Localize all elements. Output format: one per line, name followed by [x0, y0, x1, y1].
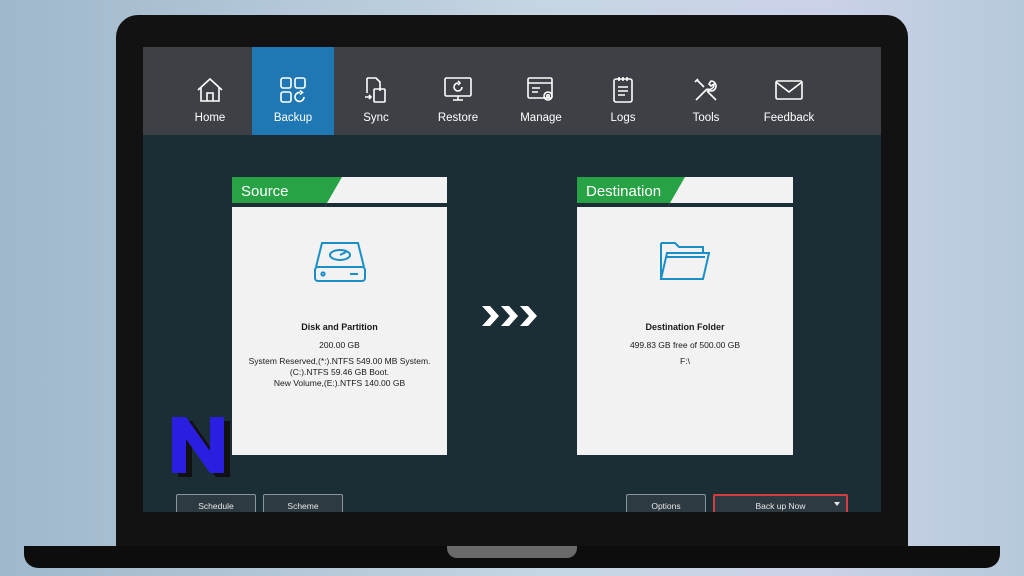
nav-item-sync[interactable]: Sync — [335, 47, 417, 135]
nav-item-feedback[interactable]: Feedback — [748, 47, 830, 135]
source-size: 200.00 GB — [319, 340, 360, 350]
destination-title: Destination — [586, 183, 662, 200]
top-navigation: Home Backup Sync Restore Manage Logs Too… — [143, 47, 881, 135]
app-window: Home Backup Sync Restore Manage Logs Too… — [143, 47, 881, 512]
laptop-notch — [447, 546, 577, 558]
options-button[interactable]: Options — [626, 494, 706, 512]
nav-item-tools[interactable]: Tools — [665, 47, 747, 135]
nav-label: Feedback — [763, 112, 815, 124]
nav-item-logs[interactable]: Logs — [582, 47, 664, 135]
source-heading: Disk and Partition — [301, 322, 378, 332]
nav-label: Tools — [692, 112, 720, 124]
destination-path: F:\ — [680, 356, 690, 366]
nav-item-backup[interactable]: Backup — [252, 47, 334, 135]
folder-icon — [659, 242, 711, 280]
source-detail: System Reserved,(*:).NTFS 549.00 MB Syst… — [248, 356, 431, 366]
restore-icon — [444, 77, 472, 101]
home-icon — [197, 77, 223, 102]
nav-label: Manage — [520, 112, 562, 124]
nav-item-home[interactable]: Home — [169, 47, 251, 135]
n-logo — [172, 417, 230, 477]
back-up-now-button[interactable]: Back up Now — [713, 494, 848, 512]
manage-icon — [527, 77, 553, 101]
chevron-down-icon[interactable] — [834, 502, 840, 506]
nav-label: Sync — [363, 112, 389, 124]
destination-panel[interactable]: Destination Destination Folder 499.83 GB… — [577, 177, 793, 455]
source-panel[interactable]: Source Disk and Partition 200.00 GB Syst… — [232, 177, 447, 455]
back-up-now-label: Back up Now — [755, 501, 806, 511]
source-detail: New Volume,(E:).NTFS 140.00 GB — [273, 378, 406, 388]
nav-item-manage[interactable]: Manage — [500, 47, 582, 135]
feedback-icon — [775, 80, 803, 100]
source-title: Source — [241, 183, 289, 200]
nav-label: Backup — [273, 112, 313, 124]
source-detail: (C:).NTFS 59.46 GB Boot. — [289, 367, 390, 377]
nav-label: Restore — [437, 112, 479, 124]
nav-label: Logs — [610, 112, 636, 124]
destination-heading: Destination Folder — [645, 322, 725, 332]
sync-icon — [365, 77, 386, 103]
tools-icon — [694, 78, 717, 101]
scheme-button[interactable]: Scheme — [263, 494, 343, 512]
arrows-icon — [482, 306, 537, 326]
logs-icon — [613, 77, 633, 103]
backup-icon — [280, 77, 306, 103]
schedule-button[interactable]: Schedule — [176, 494, 256, 512]
nav-label: Home — [194, 112, 226, 124]
nav-item-restore[interactable]: Restore — [417, 47, 499, 135]
disk-icon — [314, 242, 366, 282]
destination-free-space: 499.83 GB free of 500.00 GB — [629, 340, 741, 350]
